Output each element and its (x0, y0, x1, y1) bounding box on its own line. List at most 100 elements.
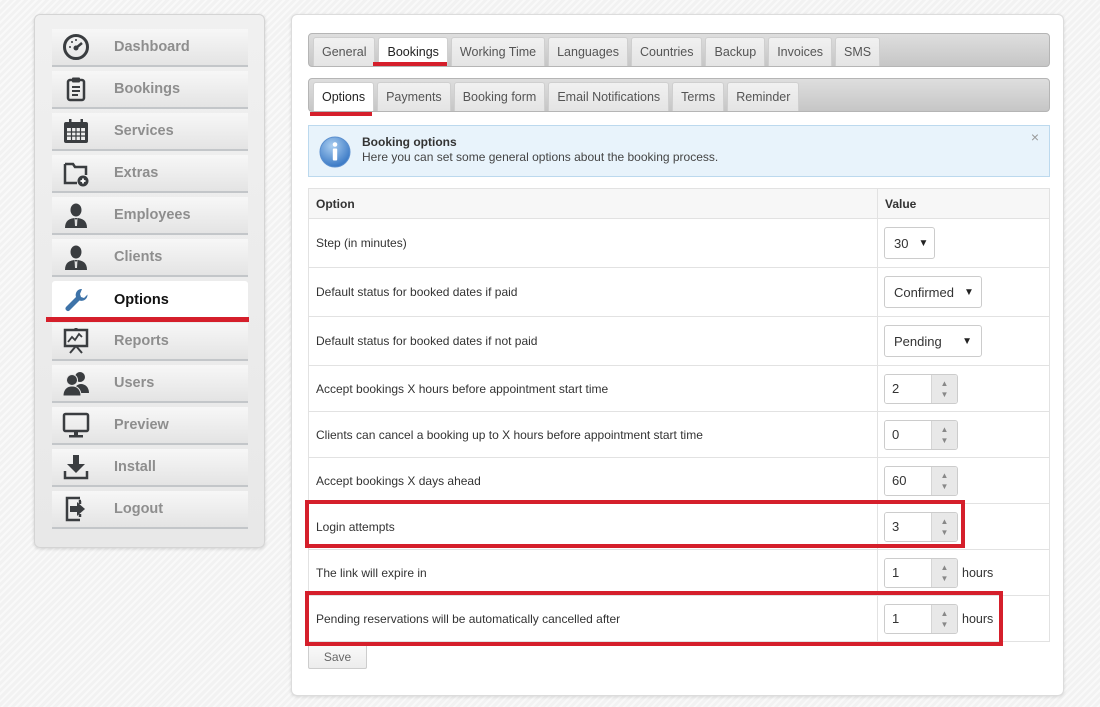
tab-general[interactable]: General (313, 37, 376, 66)
tab-invoices[interactable]: Invoices (768, 37, 833, 66)
calendar-icon (54, 115, 98, 147)
days-ahead-stepper[interactable]: 60 ▲ ▼ (884, 465, 958, 496)
sidebar-item-bookings[interactable]: Bookings (52, 71, 248, 109)
table-row: Accept bookings X hours before appointme… (308, 365, 1050, 412)
sidebar-item-label: Preview (114, 417, 169, 433)
sidebar-item-users[interactable]: Users (52, 365, 248, 403)
decrement-icon[interactable]: ▼ (941, 389, 949, 400)
tab-countries[interactable]: Countries (630, 37, 703, 66)
tab-email-notifications[interactable]: Email Notifications (548, 82, 670, 111)
unit-label: hours (962, 565, 994, 580)
sidebar-item-logout[interactable]: Logout (52, 491, 248, 529)
active-tab-underline (373, 62, 447, 66)
clipboard-icon (54, 73, 98, 105)
option-label: The link will expire in (308, 549, 878, 596)
table-row: Default status for booked dates if not p… (308, 316, 1050, 366)
stepper-value[interactable]: 1 (885, 604, 931, 633)
dashboard-gauge-icon (54, 31, 98, 63)
option-label: Pending reservations will be automatical… (308, 595, 878, 642)
stepper-value[interactable]: 3 (885, 512, 931, 541)
sidebar: Dashboard Bookings Services Extras Emplo… (34, 14, 265, 548)
increment-icon[interactable]: ▲ (941, 378, 949, 389)
sidebar-item-clients[interactable]: Clients (52, 239, 248, 277)
hours-before-stepper[interactable]: 2 ▲ ▼ (884, 373, 958, 404)
increment-icon[interactable]: ▲ (941, 562, 949, 573)
sidebar-item-label: Install (114, 459, 156, 475)
close-icon[interactable]: × (1031, 129, 1039, 145)
table-row: Step (in minutes) 30 ▼ (308, 218, 1050, 268)
tab-payments[interactable]: Payments (377, 82, 451, 111)
stepper-value[interactable]: 60 (885, 466, 931, 495)
step-select[interactable]: 30 ▼ (884, 227, 935, 259)
folder-add-icon (54, 157, 98, 189)
cancel-hours-stepper[interactable]: 0 ▲ ▼ (884, 419, 958, 450)
save-button[interactable]: Save (308, 644, 367, 669)
status-paid-select[interactable]: Confirmed ▼ (884, 276, 982, 308)
tab-sms[interactable]: SMS (835, 37, 881, 66)
option-label: Accept bookings X days ahead (308, 457, 878, 504)
stepper-value[interactable]: 0 (885, 420, 931, 449)
sidebar-item-label: Reports (114, 333, 169, 349)
select-value: 30 (894, 235, 909, 251)
select-value: Pending (894, 333, 942, 349)
active-item-highlight (46, 317, 249, 322)
caret-down-icon: ▼ (963, 286, 974, 298)
sidebar-item-label: Clients (114, 249, 163, 265)
login-attempts-stepper[interactable]: 3 ▲ ▼ (884, 511, 958, 542)
decrement-icon[interactable]: ▼ (941, 435, 949, 446)
tab-reminder[interactable]: Reminder (727, 82, 800, 111)
sidebar-item-preview[interactable]: Preview (52, 407, 248, 445)
option-label: Clients can cancel a booking up to X hou… (308, 411, 878, 458)
tab-booking-form[interactable]: Booking form (453, 82, 546, 111)
sidebar-item-services[interactable]: Services (52, 113, 248, 151)
info-icon (319, 136, 351, 168)
sidebar-item-label: Dashboard (114, 39, 190, 55)
caret-down-icon: ▼ (962, 335, 972, 347)
decrement-icon[interactable]: ▼ (941, 527, 949, 538)
stepper-value[interactable]: 1 (885, 558, 931, 587)
sidebar-item-dashboard[interactable]: Dashboard (52, 29, 248, 67)
logout-icon (54, 493, 98, 525)
sidebar-item-reports[interactable]: Reports (52, 323, 248, 361)
column-header-value: Value (877, 188, 1050, 219)
increment-icon[interactable]: ▲ (941, 470, 949, 481)
tab-working-time[interactable]: Working Time (450, 37, 546, 66)
sidebar-item-label: Logout (114, 501, 164, 517)
option-label: Step (in minutes) (308, 218, 878, 268)
option-label: Accept bookings X hours before appointme… (308, 365, 878, 412)
sidebar-item-install[interactable]: Install (52, 449, 248, 487)
table-row: Login attempts 3 ▲ ▼ (308, 503, 1050, 550)
link-expire-stepper[interactable]: 1 ▲ ▼ (884, 557, 958, 588)
table-row: Accept bookings X days ahead 60 ▲ ▼ (308, 457, 1050, 504)
pending-cancel-stepper[interactable]: 1 ▲ ▼ (884, 603, 958, 634)
sidebar-item-options[interactable]: Options (52, 281, 248, 319)
decrement-icon[interactable]: ▼ (941, 619, 949, 630)
sidebar-item-extras[interactable]: Extras (52, 155, 248, 193)
presentation-chart-icon (54, 325, 98, 357)
tab-backup[interactable]: Backup (705, 37, 766, 66)
option-label: Default status for booked dates if not p… (308, 316, 878, 366)
tab-options[interactable]: Options (313, 82, 375, 111)
column-header-option: Option (308, 188, 878, 219)
sidebar-item-label: Employees (114, 207, 191, 223)
stepper-value[interactable]: 2 (885, 374, 931, 403)
person-icon (54, 199, 98, 231)
decrement-icon[interactable]: ▼ (941, 481, 949, 492)
info-notice: Booking options Here you can set some ge… (308, 125, 1050, 177)
increment-icon[interactable]: ▲ (941, 424, 949, 435)
info-text: Here you can set some general options ab… (362, 150, 719, 164)
tab-terms[interactable]: Terms (672, 82, 725, 111)
table-row: Pending reservations will be automatical… (308, 595, 1050, 642)
monitor-icon (54, 409, 98, 441)
increment-icon[interactable]: ▲ (941, 608, 949, 619)
sidebar-item-employees[interactable]: Employees (52, 197, 248, 235)
decrement-icon[interactable]: ▼ (941, 573, 949, 584)
table-row: Clients can cancel a booking up to X hou… (308, 411, 1050, 458)
option-label: Login attempts (308, 503, 878, 550)
sidebar-item-label: Users (114, 375, 155, 391)
tab-languages[interactable]: Languages (548, 37, 628, 66)
table-row: The link will expire in 1 ▲ ▼ hours (308, 549, 1050, 596)
options-table: Option Value Step (in minutes) 30 ▼ Defau… (308, 188, 1050, 642)
increment-icon[interactable]: ▲ (941, 516, 949, 527)
status-not-paid-select[interactable]: Pending ▼ (884, 325, 982, 357)
